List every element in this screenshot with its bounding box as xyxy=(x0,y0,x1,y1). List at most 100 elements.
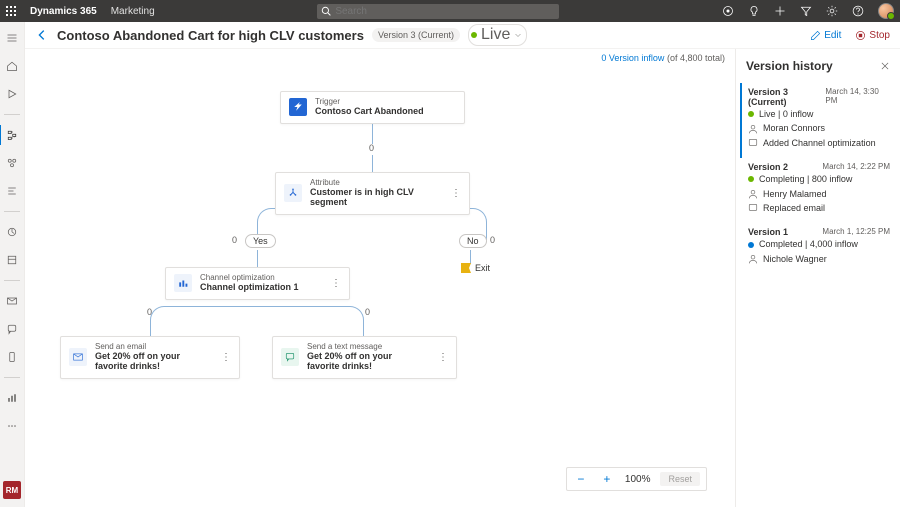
nav-sms-icon[interactable] xyxy=(4,321,20,337)
exit-node: Exit xyxy=(461,263,490,273)
left-nav-rail: RM xyxy=(0,22,25,507)
note-icon xyxy=(748,138,758,148)
version-pill[interactable]: Version 3 (Current) xyxy=(372,28,460,42)
node-value: Get 20% off on your favorite drinks! xyxy=(95,352,207,372)
zoom-reset-button[interactable]: Reset xyxy=(660,472,700,486)
filter-icon[interactable] xyxy=(800,5,812,17)
nav-separator xyxy=(4,280,20,281)
zoom-in-button[interactable]: + xyxy=(599,472,615,486)
node-more-icon[interactable]: ⋮ xyxy=(215,352,231,363)
brand-name: Dynamics 365 xyxy=(22,6,105,17)
flow-count: 0 xyxy=(490,235,495,245)
node-value: Channel optimization 1 xyxy=(200,283,299,293)
main-area: Contoso Abandoned Cart for high CLV cust… xyxy=(25,22,900,507)
status-dot-icon xyxy=(748,111,754,117)
journey-canvas[interactable]: 0 Version inflow (of 4,800 total) Trigge… xyxy=(25,49,735,507)
edit-label: Edit xyxy=(824,30,841,41)
stop-button[interactable]: Stop xyxy=(855,30,890,41)
nav-separator xyxy=(4,114,20,115)
version-item[interactable]: Version 1 March 1, 12:25 PM Completed | 4… xyxy=(740,223,890,274)
app-launcher-icon[interactable] xyxy=(0,0,22,22)
version-name: Version 1 xyxy=(748,227,788,237)
branch-no[interactable]: No xyxy=(459,234,487,248)
version-status: Live | 0 inflow xyxy=(759,107,813,121)
user-avatar[interactable] xyxy=(878,3,894,19)
trigger-icon xyxy=(289,98,307,116)
inflow-total: (of 4,800 total) xyxy=(667,53,725,63)
chevron-down-icon xyxy=(514,31,522,39)
person-icon xyxy=(748,254,758,264)
version-item[interactable]: Version 2March 14, 2:22 PM Completing | … xyxy=(740,158,890,223)
search-wrap xyxy=(317,4,559,19)
close-icon[interactable] xyxy=(880,61,890,71)
node-send-email[interactable]: Send an emailGet 20% off on your favorit… xyxy=(60,336,240,379)
node-more-icon[interactable]: ⋮ xyxy=(445,188,461,199)
nav-email-icon[interactable] xyxy=(4,293,20,309)
nav-play-icon[interactable] xyxy=(4,86,20,102)
node-send-sms[interactable]: Send a text messageGet 20% off on your f… xyxy=(272,336,457,379)
nav-more-icon[interactable] xyxy=(4,418,20,434)
exit-flag-icon xyxy=(461,263,471,273)
search-input[interactable] xyxy=(317,4,559,19)
flow-count: 0 xyxy=(147,307,152,317)
version-author: Henry Malamed xyxy=(763,187,827,201)
status-dot-icon xyxy=(748,242,754,248)
note-icon xyxy=(748,203,758,213)
nav-home-icon[interactable] xyxy=(4,58,20,74)
version-item[interactable]: Version 3 (Current)March 14, 3:30 PM Liv… xyxy=(740,83,890,158)
stop-icon xyxy=(855,30,866,41)
edit-icon xyxy=(810,30,821,41)
edit-button[interactable]: Edit xyxy=(810,30,841,41)
add-icon[interactable] xyxy=(774,5,786,17)
settings-icon[interactable] xyxy=(826,5,838,17)
zoom-control: − + 100% Reset xyxy=(566,467,707,491)
node-trigger[interactable]: TriggerContoso Cart Abandoned xyxy=(280,91,465,124)
branch-icon xyxy=(284,184,302,202)
nav-analytics-icon[interactable] xyxy=(4,224,20,240)
version-time: March 1, 12:25 PM xyxy=(822,227,890,237)
status-dropdown[interactable]: Live xyxy=(468,24,527,46)
nav-separator xyxy=(4,377,20,378)
node-channel-optimization[interactable]: Channel optimizationChannel optimization… xyxy=(165,267,350,300)
lightbulb-icon[interactable] xyxy=(748,5,760,17)
zoom-out-button[interactable]: − xyxy=(573,472,589,486)
connector xyxy=(257,250,258,268)
connector xyxy=(470,250,471,264)
help-icon[interactable] xyxy=(852,5,864,17)
app-name: Marketing xyxy=(105,6,155,17)
search-icon xyxy=(321,6,331,16)
exit-label: Exit xyxy=(475,263,490,273)
status-label: Live xyxy=(481,26,510,44)
version-note: Replaced email xyxy=(763,201,825,215)
version-status: Completing | 800 inflow xyxy=(759,172,852,186)
connector xyxy=(372,155,373,173)
version-author: Nichole Wagner xyxy=(763,252,827,266)
node-more-icon[interactable]: ⋮ xyxy=(325,278,341,289)
connector xyxy=(372,121,373,144)
nav-assets-icon[interactable] xyxy=(4,252,20,268)
version-time: March 14, 2:22 PM xyxy=(822,162,890,172)
nav-menu-icon[interactable] xyxy=(4,30,20,46)
inflow-count: 0 Version inflow xyxy=(601,53,664,63)
branch-yes[interactable]: Yes xyxy=(245,234,276,248)
node-attribute[interactable]: AttributeCustomer is in high CLV segment… xyxy=(275,172,470,215)
node-value: Get 20% off on your favorite drinks! xyxy=(307,352,424,372)
area-switcher[interactable]: RM xyxy=(3,481,21,499)
nav-forms-icon[interactable] xyxy=(4,183,20,199)
node-more-icon[interactable]: ⋮ xyxy=(432,352,448,363)
nav-segments-icon[interactable] xyxy=(4,155,20,171)
connector xyxy=(150,306,364,336)
person-icon xyxy=(748,189,758,199)
page-title: Contoso Abandoned Cart for high CLV cust… xyxy=(57,28,364,43)
version-status: Completed | 4,000 inflow xyxy=(759,237,858,251)
version-time: March 14, 3:30 PM xyxy=(825,87,890,107)
page-header: Contoso Abandoned Cart for high CLV cust… xyxy=(25,22,900,49)
nav-journeys-icon[interactable] xyxy=(4,127,20,143)
assistant-icon[interactable] xyxy=(722,5,734,17)
back-icon[interactable] xyxy=(35,28,49,42)
nav-push-icon[interactable] xyxy=(4,349,20,365)
nav-separator xyxy=(4,211,20,212)
sms-icon xyxy=(281,348,299,366)
nav-reports-icon[interactable] xyxy=(4,390,20,406)
flow-count: 0 xyxy=(232,235,237,245)
